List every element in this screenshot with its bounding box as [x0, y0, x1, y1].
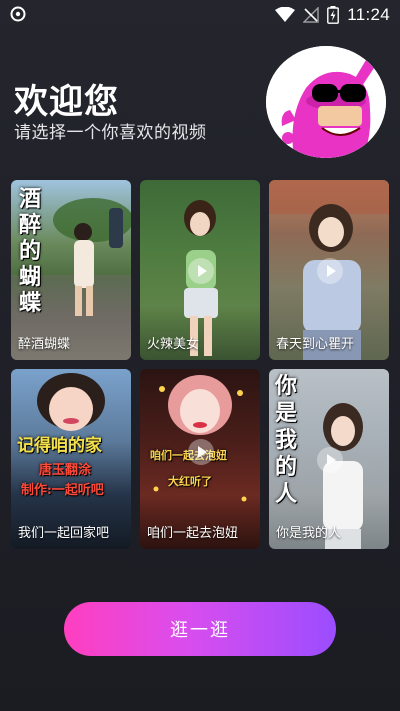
video-overlay-text: 记得咱的家 — [17, 436, 102, 456]
play-icon — [317, 447, 343, 473]
page-title: 欢迎您 — [14, 82, 119, 122]
video-overlay-text: 制作:一起听吧 — [21, 483, 104, 498]
video-card[interactable]: 记得咱的家 唐玉翻涂 制作:一起听吧 我们一起回家吧 — [11, 369, 131, 549]
video-card[interactable]: 咱们一起去泡妞 大红听了 咱们一起去泡妞 — [140, 369, 260, 549]
video-card[interactable]: 酒醉的蝴蝶 醉酒蝴蝶 — [11, 180, 131, 360]
video-caption: 醉酒蝴蝶 — [18, 337, 71, 352]
video-card[interactable]: 火辣美女 — [140, 180, 260, 360]
video-overlay-text: 酒醉的蝴蝶 — [19, 186, 42, 316]
avatar[interactable] — [266, 46, 386, 158]
status-time: 11:24 — [347, 5, 390, 24]
video-caption: 咱们一起去泡妞 — [147, 526, 239, 541]
battery-icon — [327, 6, 340, 24]
video-caption: 春天到心瞿开 — [276, 337, 355, 352]
status-right: 11:24 — [275, 4, 390, 26]
video-overlay-text: 你是我的人 — [275, 373, 298, 507]
video-caption: 我们一起回家吧 — [18, 526, 110, 541]
video-overlay-text: 唐玉翻涂 — [39, 463, 92, 478]
video-card[interactable]: 你是我的人 你是我的人 — [269, 369, 389, 549]
location-icon — [10, 6, 26, 22]
cartoon-character-icon — [266, 46, 386, 158]
video-caption: 你是我的人 — [276, 526, 342, 541]
no-signal-icon — [303, 7, 319, 23]
play-icon — [188, 258, 214, 284]
page-subtitle: 请选择一个你喜欢的视频 — [14, 123, 207, 143]
play-icon — [317, 258, 343, 284]
video-overlay-text: 大红听了 — [168, 475, 212, 488]
wifi-icon — [275, 7, 296, 22]
video-card[interactable]: 春天到心瞿开 — [269, 180, 389, 360]
status-bar: 11:24 — [0, 0, 400, 30]
video-caption: 火辣美女 — [147, 337, 200, 352]
play-icon — [188, 439, 214, 465]
browse-button[interactable]: 逛一逛 — [64, 602, 336, 656]
